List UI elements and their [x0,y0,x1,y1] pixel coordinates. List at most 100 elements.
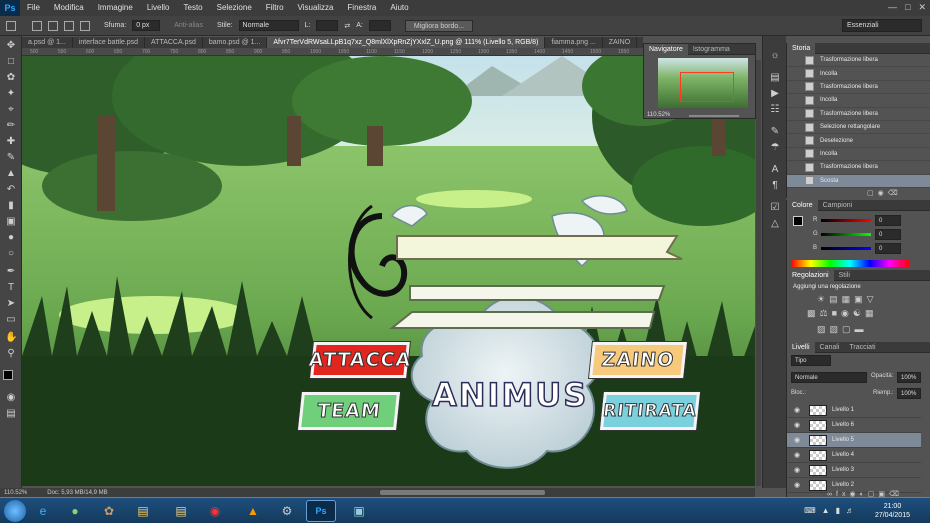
paragraph-panel-icon[interactable]: ¶ [769,180,781,192]
snapshot-icon[interactable]: ◉ [878,190,888,197]
zoom-tool-icon[interactable]: ⚲ [5,348,17,360]
tab-navigator[interactable]: Navigatore [644,43,688,55]
3d-panel-icon[interactable]: △ [769,218,781,230]
color-lookup-icon[interactable]: ▦ [865,308,878,318]
move-tool-icon[interactable]: ✥ [5,40,17,52]
subtract-selection-icon[interactable] [64,20,74,31]
menu-finestra[interactable]: Finestra [340,0,383,16]
blue-value[interactable]: 0 [875,243,901,254]
menu-filtro[interactable]: Filtro [259,0,291,16]
curves-icon[interactable]: ▦ [842,294,855,304]
quick-select-icon[interactable]: ✦ [5,88,17,100]
exposure-icon[interactable]: ▣ [854,294,867,304]
volume-icon[interactable]: ♬ [846,506,860,515]
actions-icon[interactable]: ▶ [769,88,781,100]
blend-mode-select[interactable]: Normale [791,372,867,383]
eye-icon[interactable]: ◉ [791,436,803,444]
close-icon[interactable]: ✕ [918,2,926,13]
history-brush-icon[interactable]: ↶ [5,184,17,196]
pokemon-app-icon[interactable]: ● [60,500,90,522]
eye-icon[interactable]: ◉ [791,421,803,429]
crop-tool-icon[interactable]: ⌖ [5,104,17,116]
blue-slider[interactable] [821,247,871,250]
history-item[interactable]: Trasformazione libera [787,81,930,95]
doc-tab[interactable]: a.psd @ 1... [22,37,73,48]
brush-preset-icon[interactable]: ✎ [769,126,781,138]
antialias-checkbox[interactable]: Anti-alias [174,22,203,29]
menu-selezione[interactable]: Selezione [210,0,259,16]
eraser-tool-icon[interactable]: ▮ [5,200,17,212]
navigator-view-box[interactable] [680,72,734,102]
menu-testo[interactable]: Testo [177,0,210,16]
character-panel-icon[interactable]: A [769,164,781,176]
internet-explorer-icon[interactable]: e [28,500,58,522]
layer-row[interactable]: ◉ Livello 3 [787,463,921,478]
feather-input[interactable]: 0 px [132,20,161,31]
sun-settings-icon[interactable]: ☼ [769,50,781,62]
marquee-tool-icon[interactable] [6,20,16,31]
tab-histogram[interactable]: Istogramma [688,44,735,55]
tab-swatches[interactable]: Campioni [818,200,858,211]
menu-aiuto[interactable]: Aiuto [383,0,415,16]
zoom-level[interactable]: 110.52% [4,490,27,496]
doc-tab-active[interactable]: Afvr7TerVdRWsaLLpB1q7xz_Q8mlXlXpRnZjYXxl… [267,37,546,48]
team-button[interactable]: TEAM [298,392,400,430]
game-app-icon[interactable]: ✿ [94,500,124,522]
blur-tool-icon[interactable]: ● [5,232,17,244]
gradient-map-icon[interactable]: ▬ [855,324,868,334]
tool-preset-icon[interactable]: ☑ [769,202,781,214]
clone-source-icon[interactable]: ☂ [769,142,781,154]
photo-viewer-icon[interactable]: ▣ [344,500,374,522]
opacity-input[interactable]: 100% [897,372,921,383]
eye-icon[interactable]: ◉ [791,406,803,414]
vlc-icon[interactable]: ▲ [238,500,268,522]
history-item[interactable]: Selezione rettangolare [787,121,930,135]
properties-icon[interactable]: ☷ [769,104,781,116]
menu-modifica[interactable]: Modifica [47,0,91,16]
hand-tool-icon[interactable]: ✋ [5,332,17,344]
history-item[interactable]: Trasformazione libera [787,161,930,175]
vibrance-icon[interactable]: ▽ [867,294,878,304]
chrome-icon[interactable]: ◉ [200,500,230,522]
menu-visualizza[interactable]: Visualizza [291,0,341,16]
foreground-color-swatch[interactable] [3,370,13,380]
navigator-preview[interactable] [658,58,748,108]
navigator-zoom-slider[interactable] [689,115,739,117]
levels-icon[interactable]: ▤ [829,294,842,304]
fill-input[interactable]: 100% [897,388,921,399]
history-item[interactable]: Deselezione [787,134,930,148]
clone-stamp-icon[interactable]: ▲ [5,168,17,180]
quick-mask-icon[interactable]: ◉ [5,392,17,404]
eye-icon[interactable]: ◉ [791,481,803,489]
document-canvas[interactable]: ATTACCA ZAINO TEAM RITIRATA ANIMUS [22,56,755,486]
history-item[interactable]: Incolla [787,94,930,108]
channel-mixer-icon[interactable]: ☯ [853,308,865,318]
menu-livello[interactable]: Livello [140,0,177,16]
history-item[interactable]: Trasformazione libera [787,108,930,121]
start-button[interactable] [4,500,26,522]
system-clock[interactable]: 21:00 27/04/2015 [875,502,910,520]
green-slider[interactable] [821,233,871,236]
tool-app-icon[interactable]: ⚙ [272,500,302,522]
tab-paths[interactable]: Tracciati [844,342,880,353]
layer-filter-select[interactable]: Tipo [791,355,831,366]
threshold-icon[interactable]: ▢ [842,324,855,334]
doc-tab[interactable]: ATTACCA.psd [145,37,203,48]
width-input[interactable] [316,20,339,31]
type-tool-icon[interactable]: T [5,282,17,294]
layer-row[interactable]: ◉ Livello 1 [787,403,921,418]
green-value[interactable]: 0 [875,229,901,240]
layer-row[interactable]: ◉ Livello 5 [787,433,921,448]
shape-tool-icon[interactable]: ▭ [5,314,17,326]
trash-icon[interactable]: ⌫ [888,190,902,197]
dodge-tool-icon[interactable]: ○ [5,248,17,260]
history-item[interactable]: Incolla [787,148,930,162]
notepad-icon[interactable]: ▤ [128,500,158,522]
new-selection-icon[interactable] [32,20,42,31]
refine-edge-button[interactable]: Migliora bordo... [404,19,474,32]
photo-filter-icon[interactable]: ◉ [841,308,853,318]
pen-tool-icon[interactable]: ✒ [5,266,17,278]
new-document-icon[interactable]: ▢ [867,190,878,197]
doc-tab[interactable]: fiamma.png ... [545,37,603,48]
foreground-swatch[interactable] [793,216,803,226]
